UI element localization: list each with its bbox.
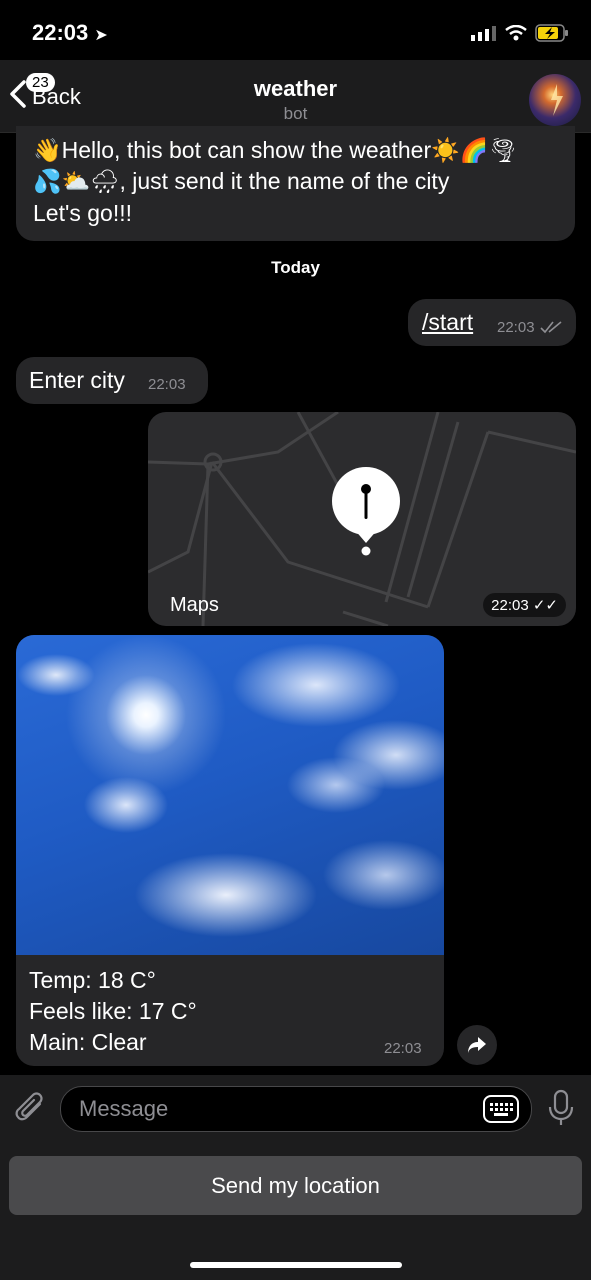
keyboard-toggle-icon[interactable] <box>483 1095 519 1123</box>
status-time: 22:03 ➤ <box>32 20 108 45</box>
status-icons <box>471 24 569 42</box>
lightning-icon <box>551 84 563 116</box>
weather-feels-like: Feels like: 17 C° <box>29 998 197 1024</box>
double-check-icon <box>540 321 562 334</box>
welcome-line-1: 👋Hello, this bot can show the weather☀️🌈… <box>33 137 518 163</box>
start-time: 22:03 <box>497 319 535 336</box>
map-time-pill: 22:03 ✓✓ <box>483 593 566 617</box>
enter-city-time: 22:03 <box>148 376 186 393</box>
sky-photo[interactable] <box>16 635 444 955</box>
welcome-line-3: Let's go!!! <box>33 200 133 226</box>
location-map-message[interactable]: Maps 22:03 ✓✓ <box>148 412 576 626</box>
date-separator: Today <box>271 258 320 277</box>
chat-title[interactable]: weather <box>0 76 591 102</box>
weather-main: Main: Clear <box>29 1029 147 1055</box>
welcome-line-2: 💦⛅🌧, just send it the name of the city <box>33 168 450 194</box>
start-command-link[interactable]: /start <box>422 307 473 338</box>
send-location-button[interactable]: Send my location <box>9 1156 582 1215</box>
weather-time: 22:03 <box>384 1040 422 1057</box>
enter-city-text: Enter city <box>29 367 125 393</box>
wifi-icon <box>505 25 527 41</box>
bot-avatar[interactable] <box>529 74 581 126</box>
chat-subtitle: bot <box>283 104 308 123</box>
battery-charging-icon <box>535 24 568 42</box>
message-placeholder: Message <box>79 1096 169 1121</box>
weather-message: Temp: 18 C° Feels like: 17 C° Main: Clea… <box>16 635 444 1066</box>
location-pin-icon <box>332 467 400 556</box>
microphone-icon[interactable] <box>548 1089 574 1127</box>
share-arrow-icon <box>468 1037 486 1053</box>
double-check-icon: ✓✓ <box>532 597 558 614</box>
location-arrow-icon: ➤ <box>94 27 108 44</box>
forward-button[interactable] <box>457 1025 497 1065</box>
weather-temp: Temp: 18 C° <box>29 967 156 993</box>
paperclip-icon[interactable] <box>14 1090 48 1126</box>
signal-icon <box>471 26 496 41</box>
home-indicator[interactable] <box>190 1262 402 1268</box>
maps-attribution: Maps <box>170 594 219 616</box>
